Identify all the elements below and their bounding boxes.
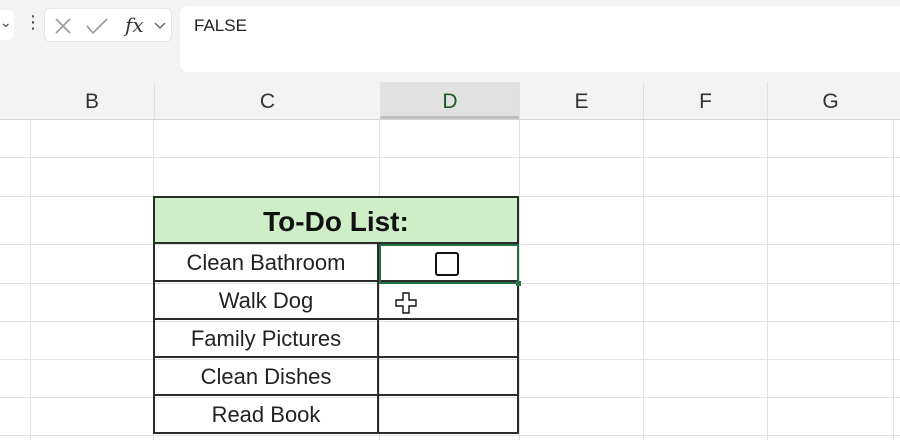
checkbox-cell[interactable] — [379, 396, 519, 434]
table-row: Clean Dishes — [153, 358, 519, 396]
formula-buttons: fx — [44, 8, 172, 42]
todo-title[interactable]: To-Do List: — [153, 196, 519, 244]
todo-table: To-Do List: Clean Bathroom Walk Dog Fami… — [153, 196, 519, 446]
cancel-icon[interactable] — [53, 16, 73, 36]
table-row: Walk Dog — [153, 282, 519, 320]
column-header-c[interactable]: C — [154, 82, 380, 119]
fill-handle[interactable] — [516, 281, 521, 286]
column-header-g[interactable]: G — [767, 82, 893, 119]
move-cursor-icon — [395, 292, 417, 314]
checkbox-icon[interactable] — [435, 252, 459, 276]
column-header-b[interactable]: B — [30, 82, 154, 119]
todo-item[interactable]: Clean Dishes — [153, 358, 379, 396]
checkbox-cell[interactable] — [379, 320, 519, 358]
insert-function-icon[interactable]: fx — [125, 13, 144, 37]
formula-input[interactable]: FALSE — [180, 6, 900, 72]
column-header-f[interactable]: F — [643, 82, 767, 119]
column-headers: B C D E F G — [0, 82, 900, 120]
enter-icon[interactable] — [85, 16, 109, 36]
chevron-down-icon[interactable]: ⌄ — [0, 14, 12, 31]
todo-item[interactable]: Family Pictures — [153, 320, 379, 358]
table-row: Read Book — [153, 396, 519, 434]
todo-item[interactable]: Clean Bathroom — [153, 244, 379, 282]
todo-item[interactable]: Read Book — [153, 396, 379, 434]
todo-item[interactable]: Walk Dog — [153, 282, 379, 320]
table-row: Family Pictures — [153, 320, 519, 358]
checkbox-cell[interactable] — [379, 358, 519, 396]
chevron-down-icon[interactable] — [153, 21, 167, 31]
column-header-e[interactable]: E — [519, 82, 643, 119]
more-options-icon[interactable]: ⋮ — [24, 13, 42, 31]
column-header-d[interactable]: D — [380, 82, 519, 119]
